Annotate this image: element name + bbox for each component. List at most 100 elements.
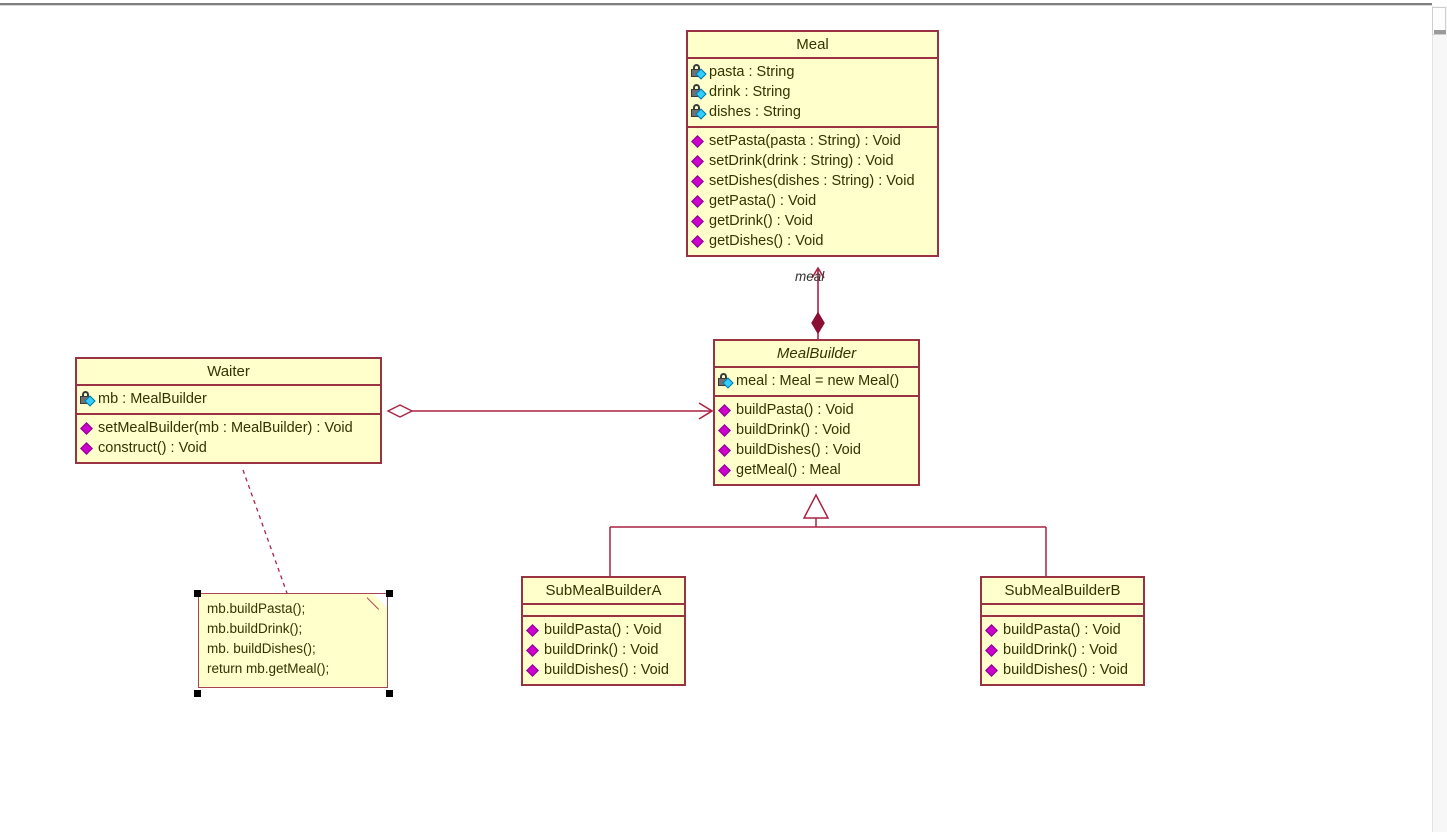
public-method-icon xyxy=(80,440,97,457)
public-method-icon xyxy=(718,402,735,419)
selection-handle-top-left[interactable] xyxy=(194,590,201,597)
public-method-icon xyxy=(718,462,735,479)
public-method-icon xyxy=(80,420,97,437)
method-label: setMealBuilder(mb : MealBuilder) : Void xyxy=(98,420,353,436)
public-method-icon xyxy=(985,642,1002,659)
methods-compartment: buildPasta() : Void buildDrink() : Void … xyxy=(982,617,1143,684)
attribute-row[interactable]: mb : MealBuilder xyxy=(78,389,379,409)
methods-compartment: setMealBuilder(mb : MealBuilder) : Void … xyxy=(77,415,380,462)
public-method-icon xyxy=(691,173,708,190)
method-label: setPasta(pasta : String) : Void xyxy=(709,133,901,149)
attribute-row[interactable]: pasta : String xyxy=(689,62,936,82)
attribute-label: dishes : String xyxy=(709,104,801,120)
class-box-waiter[interactable]: Waiter mb : MealBuilder setMealBuilder(m… xyxy=(75,357,382,464)
private-attribute-icon xyxy=(691,84,708,101)
private-attribute-icon xyxy=(80,391,97,408)
method-label: buildDrink() : Void xyxy=(544,642,659,658)
method-label: buildDrink() : Void xyxy=(1003,642,1118,658)
attributes-compartment: pasta : String drink : String dishes : S… xyxy=(688,59,937,126)
method-label: getPasta() : Void xyxy=(709,193,817,209)
private-attribute-icon xyxy=(691,104,708,121)
public-method-icon xyxy=(718,422,735,439)
diagram-canvas[interactable]: MealBuilder (directed aggregation) --> m… xyxy=(0,0,1447,832)
method-row[interactable]: buildPasta() : Void xyxy=(983,620,1142,640)
class-name-mealbuilder: MealBuilder xyxy=(776,345,857,362)
attribute-row[interactable]: meal : Meal = new Meal() xyxy=(716,371,917,391)
method-row[interactable]: buildDrink() : Void xyxy=(716,420,917,440)
method-row[interactable]: buildDrink() : Void xyxy=(983,640,1142,660)
method-row[interactable]: buildDishes() : Void xyxy=(524,660,683,680)
method-label: setDrink(drink : String) : Void xyxy=(709,153,894,169)
vertical-scrollbar-track[interactable] xyxy=(1432,6,1447,832)
relationship-note-link xyxy=(242,469,289,597)
public-method-icon xyxy=(691,213,708,230)
attribute-label: pasta : String xyxy=(709,64,795,80)
method-label: buildDishes() : Void xyxy=(544,662,669,678)
attributes-compartment: mb : MealBuilder xyxy=(77,386,380,413)
method-label: buildDishes() : Void xyxy=(1003,662,1128,678)
vertical-scrollbar-grip xyxy=(1434,30,1446,34)
public-method-icon xyxy=(691,233,708,250)
attribute-row[interactable]: dishes : String xyxy=(689,102,936,122)
selection-handle-bottom-left[interactable] xyxy=(194,690,201,697)
method-row[interactable]: getPasta() : Void xyxy=(689,191,936,211)
method-row[interactable]: setMealBuilder(mb : MealBuilder) : Void xyxy=(78,418,379,438)
class-name-submealbuildera: SubMealBuilderA xyxy=(545,582,662,599)
attributes-compartment: meal : Meal = new Meal() xyxy=(715,368,918,395)
selection-handle-top-right[interactable] xyxy=(386,590,393,597)
private-attribute-icon xyxy=(718,373,735,390)
method-label: buildDrink() : Void xyxy=(736,422,851,438)
method-row[interactable]: buildDrink() : Void xyxy=(524,640,683,660)
methods-compartment: setPasta(pasta : String) : Void setDrink… xyxy=(688,128,937,255)
note-line: mb.buildPasta(); xyxy=(207,601,306,616)
public-method-icon xyxy=(985,622,1002,639)
method-label: getDrink() : Void xyxy=(709,213,813,229)
attribute-row[interactable]: drink : String xyxy=(689,82,936,102)
note-line: return mb.getMeal(); xyxy=(207,661,330,676)
note-fold-edge xyxy=(367,594,387,614)
class-box-submealbuilderb[interactable]: SubMealBuilderB buildPasta() : Void buil… xyxy=(980,576,1145,686)
method-row[interactable]: getDishes() : Void xyxy=(689,231,936,251)
method-row[interactable]: setPasta(pasta : String) : Void xyxy=(689,131,936,151)
class-box-submealbuildera[interactable]: SubMealBuilderA buildPasta() : Void buil… xyxy=(521,576,686,686)
method-row[interactable]: buildDishes() : Void xyxy=(716,440,917,460)
attributes-compartment xyxy=(523,605,684,615)
class-box-mealbuilder[interactable]: MealBuilder meal : Meal = new Meal() bui… xyxy=(713,339,920,486)
methods-compartment: buildPasta() : Void buildDrink() : Void … xyxy=(523,617,684,684)
method-label: getDishes() : Void xyxy=(709,233,824,249)
method-label: setDishes(dishes : String) : Void xyxy=(709,173,915,189)
public-method-icon xyxy=(691,153,708,170)
attributes-compartment xyxy=(982,605,1143,615)
method-row[interactable]: setDishes(dishes : String) : Void xyxy=(689,171,936,191)
window-top-divider-highlight xyxy=(0,5,1432,6)
method-row[interactable]: buildPasta() : Void xyxy=(524,620,683,640)
attribute-label: meal : Meal = new Meal() xyxy=(736,373,900,389)
public-method-icon xyxy=(985,662,1002,679)
method-row[interactable]: buildPasta() : Void xyxy=(716,400,917,420)
method-label: getMeal() : Meal xyxy=(736,462,841,478)
public-method-icon xyxy=(718,442,735,459)
public-method-icon xyxy=(526,622,543,639)
method-label: construct() : Void xyxy=(98,440,207,456)
note-line: mb. buildDishes(); xyxy=(207,641,316,656)
edge-label-meal: meal xyxy=(795,269,825,284)
note-waiter-construct[interactable]: mb.buildPasta(); mb.buildDrink(); mb. bu… xyxy=(198,593,388,688)
public-method-icon xyxy=(526,642,543,659)
relationship-generalization xyxy=(609,493,1047,576)
public-method-icon xyxy=(691,193,708,210)
attribute-label: drink : String xyxy=(709,84,791,100)
selection-handle-bottom-right[interactable] xyxy=(386,690,393,697)
method-row[interactable]: getMeal() : Meal xyxy=(716,460,917,480)
method-row[interactable]: construct() : Void xyxy=(78,438,379,458)
method-label: buildPasta() : Void xyxy=(544,622,662,638)
method-row[interactable]: buildDishes() : Void xyxy=(983,660,1142,680)
class-name-submealbuilderb: SubMealBuilderB xyxy=(1004,582,1121,599)
method-label: buildPasta() : Void xyxy=(1003,622,1121,638)
class-box-meal[interactable]: Meal pasta : String drink : String dishe… xyxy=(686,30,939,257)
method-row[interactable]: getDrink() : Void xyxy=(689,211,936,231)
attribute-label: mb : MealBuilder xyxy=(98,391,207,407)
class-name-waiter: Waiter xyxy=(207,363,250,380)
method-label: buildDishes() : Void xyxy=(736,442,861,458)
private-attribute-icon xyxy=(691,64,708,81)
method-row[interactable]: setDrink(drink : String) : Void xyxy=(689,151,936,171)
